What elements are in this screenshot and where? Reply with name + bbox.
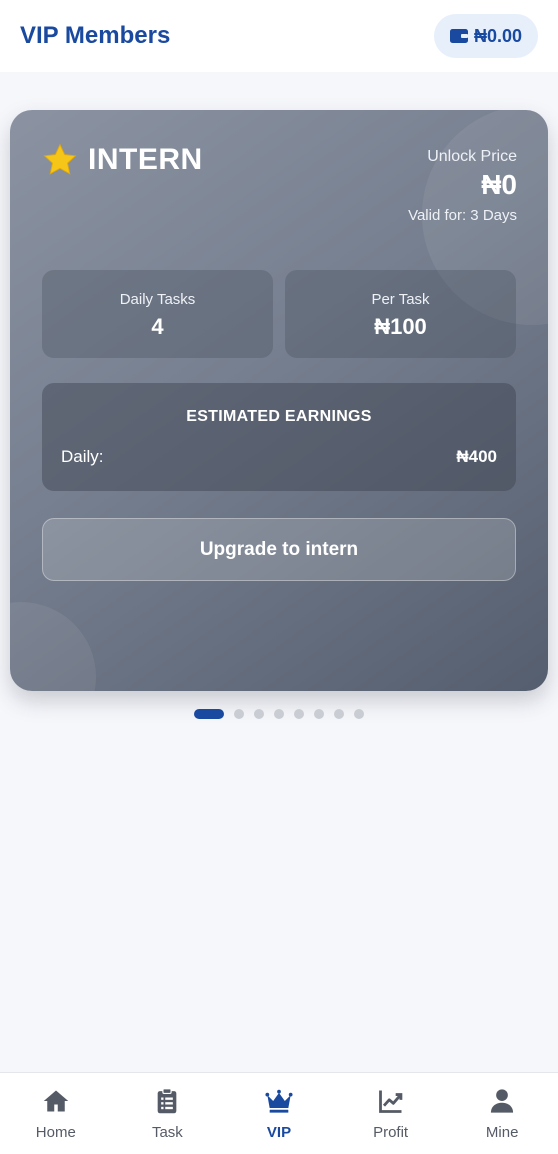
wallet-balance-pill[interactable]: ₦0.00 xyxy=(433,14,538,58)
wallet-icon xyxy=(449,29,468,43)
clipboard-icon xyxy=(158,1088,177,1114)
pagination-dot[interactable] xyxy=(334,709,344,719)
user-icon xyxy=(491,1089,514,1113)
chart-line-icon xyxy=(378,1090,402,1113)
earnings-daily-row: Daily: ₦400 xyxy=(42,447,516,467)
daily-tasks-box: Daily Tasks 4 xyxy=(42,270,273,358)
star-icon xyxy=(43,143,77,175)
header: VIP Members ₦0.00 xyxy=(0,0,558,72)
pagination-dot[interactable] xyxy=(254,709,264,719)
earnings-title: ESTIMATED EARNINGS xyxy=(186,408,372,425)
earnings-daily-label: Daily: xyxy=(61,447,104,466)
nav-label-mine: Mine xyxy=(485,1124,519,1141)
nav-label-home: Home xyxy=(35,1124,76,1141)
vip-tier-card[interactable]: INTERN Unlock Price ₦0 Valid for: 3 Days… xyxy=(10,110,548,691)
unlock-price-value: ₦0 xyxy=(481,169,517,200)
per-task-value: ₦100 xyxy=(374,314,427,339)
per-task-label: Per Task xyxy=(371,291,430,308)
nav-item-task[interactable]: Task xyxy=(117,1073,217,1141)
nav-item-home[interactable]: Home xyxy=(6,1073,106,1141)
carousel-pagination xyxy=(194,709,364,719)
tier-heading: INTERN xyxy=(42,142,203,178)
home-icon xyxy=(43,1090,69,1112)
pagination-dot[interactable] xyxy=(194,709,224,719)
nav-item-profit[interactable]: Profit xyxy=(341,1073,441,1141)
pagination-dot[interactable] xyxy=(274,709,284,719)
nav-label-vip: VIP xyxy=(266,1124,292,1141)
crown-icon xyxy=(265,1089,293,1113)
daily-tasks-label: Daily Tasks xyxy=(119,291,196,308)
per-task-box: Per Task ₦100 xyxy=(285,270,516,358)
decorative-circle xyxy=(10,602,96,691)
pagination-dot[interactable] xyxy=(314,709,324,719)
estimated-earnings-box: ESTIMATED EARNINGS Daily: ₦400 xyxy=(42,383,516,491)
wallet-balance: ₦0.00 xyxy=(473,25,522,46)
pagination-dot[interactable] xyxy=(234,709,244,719)
daily-tasks-value: 4 xyxy=(151,314,164,339)
unlock-price-label: Unlock Price xyxy=(427,148,517,165)
validity-text: Valid for: 3 Days xyxy=(408,207,517,224)
bottom-nav: Home Task VIP Profit Mine xyxy=(0,1072,558,1154)
nav-label-profit: Profit xyxy=(373,1124,409,1141)
unlock-info: Unlock Price ₦0 Valid for: 3 Days xyxy=(408,148,517,224)
pagination-dot[interactable] xyxy=(294,709,304,719)
upgrade-button[interactable]: Upgrade to intern xyxy=(42,518,516,581)
nav-item-vip[interactable]: VIP xyxy=(229,1073,329,1141)
page-title: VIP Members xyxy=(20,22,171,49)
nav-item-mine[interactable]: Mine xyxy=(452,1073,552,1141)
pagination-dot[interactable] xyxy=(354,709,364,719)
earnings-daily-value: ₦400 xyxy=(456,447,497,466)
nav-label-task: Task xyxy=(151,1124,183,1141)
tier-name: INTERN xyxy=(88,143,203,176)
app-root: VIP Members ₦0.00 INTERN Unlock Price ₦0… xyxy=(0,0,558,1154)
